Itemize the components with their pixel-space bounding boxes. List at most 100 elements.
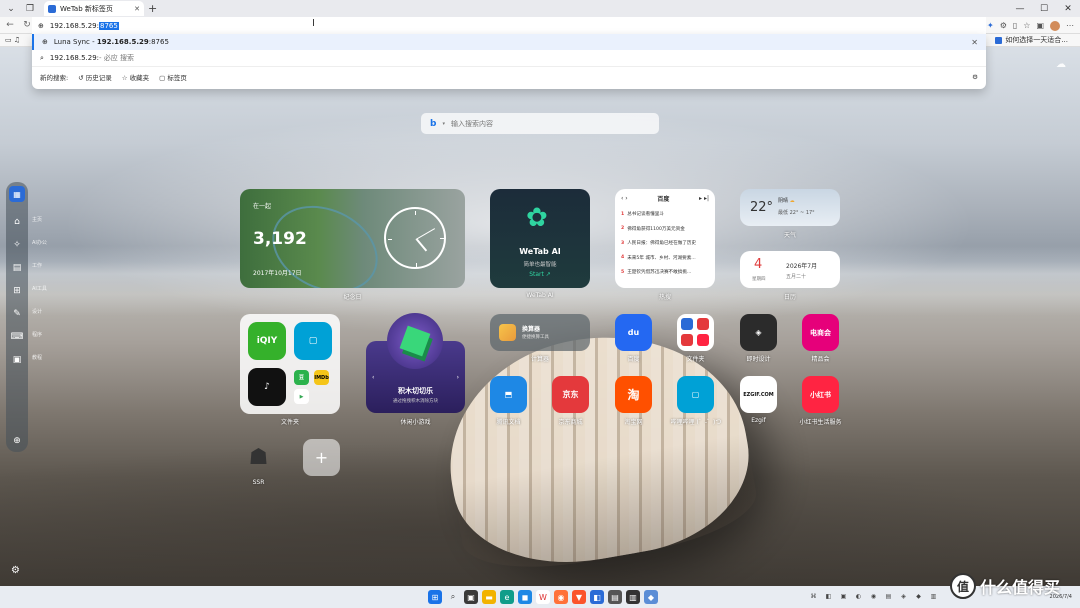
firefox-icon[interactable]: ◉ bbox=[554, 590, 568, 604]
collections-icon[interactable]: ▣ bbox=[1036, 21, 1044, 30]
baidu-app-icon[interactable]: du bbox=[615, 314, 652, 351]
tab-wetab[interactable]: WeTab 新标签页 ✕ bbox=[44, 1, 144, 16]
sidebar-item-work[interactable]: ▤ 工作 bbox=[6, 256, 42, 279]
wetab-logo-icon[interactable]: ▦ bbox=[9, 186, 25, 202]
list-item[interactable]: 4 未来5年 城市、乡村、河湖要素... bbox=[621, 251, 709, 266]
favorites-icon[interactable]: ☆ bbox=[1023, 21, 1030, 30]
bookmark-item[interactable]: 如何选择一天适合... bbox=[995, 35, 1068, 45]
tiktok-icon[interactable]: ♪ bbox=[248, 368, 286, 406]
new-tab-button[interactable]: + bbox=[148, 2, 157, 15]
extensions-icon[interactable]: ⚙ bbox=[1000, 21, 1007, 30]
file-explorer-icon[interactable]: ▬ bbox=[482, 590, 496, 604]
settings-gear-icon[interactable]: ⚙ bbox=[972, 73, 978, 81]
edge-icon[interactable]: e bbox=[500, 590, 514, 604]
weather-widget[interactable]: 22° 阴晴 ☁ 最低 22° ~ 17° bbox=[740, 189, 840, 226]
app-icon[interactable]: ▤ bbox=[608, 590, 622, 604]
tab-actions-icon[interactable]: ❐ bbox=[22, 2, 38, 16]
sidebar-item-ai-tools[interactable]: ⊞ AI工具 bbox=[6, 279, 47, 302]
search-input[interactable]: b ▾ 输入搜索内容 bbox=[421, 113, 659, 134]
maximize-icon[interactable]: ☐ bbox=[1032, 4, 1056, 14]
bilibili-icon[interactable]: ▢ bbox=[294, 322, 332, 360]
douban-icon[interactable]: 豆 bbox=[294, 370, 309, 385]
sidebar-item-code[interactable]: ⌨ 程序 bbox=[6, 325, 43, 348]
jishi-design-icon[interactable]: ◈ bbox=[740, 314, 777, 351]
scope-favorites[interactable]: ☆ 收藏夹 bbox=[122, 72, 149, 82]
minimize-icon[interactable]: — bbox=[1008, 4, 1032, 14]
sidebar-item-ai-office[interactable]: ✧ AI办公 bbox=[6, 233, 47, 256]
remove-suggestion-icon[interactable]: ✕ bbox=[971, 38, 978, 47]
hot-search-widget[interactable]: ‹ › 百度 ▸ ▸| 1 总书记谈看懂里斗 2 佛得角获得1100万美元资金 3人… bbox=[615, 189, 715, 288]
add-app-button[interactable]: + bbox=[303, 439, 340, 476]
terminal-icon[interactable]: ▥ bbox=[626, 590, 640, 604]
list-item[interactable]: 5 王楚钦凭借苏迅决赛不敢搞挑... bbox=[621, 265, 709, 280]
url-input[interactable]: ⊕ 192.168.5.29:8765 bbox=[32, 17, 986, 34]
list-item[interactable]: 3 人民日报：佛得角已经在做了历史 bbox=[621, 236, 709, 251]
sidebar-item-tutorial[interactable]: ▣ 教程 bbox=[6, 348, 42, 371]
sidebar-item-home[interactable]: ⌂ 主页 bbox=[6, 210, 42, 233]
task-view-icon[interactable]: ▣ bbox=[464, 590, 478, 604]
close-window-icon[interactable]: ✕ bbox=[1056, 4, 1080, 14]
more-icon[interactable]: ⋯ bbox=[1066, 21, 1074, 30]
scope-history[interactable]: ↺ 历史记录 bbox=[78, 72, 112, 82]
back-icon[interactable]: ← bbox=[3, 20, 17, 30]
settings-icon[interactable]: ⚙ bbox=[11, 565, 20, 576]
game-prev-icon[interactable]: ‹ bbox=[372, 374, 374, 381]
app-icon[interactable]: ◆ bbox=[644, 590, 658, 604]
tray-app-icon[interactable]: ⌘ bbox=[808, 591, 819, 602]
wetab-menu-icon[interactable]: ☁ bbox=[1056, 59, 1066, 70]
folder-app-icon[interactable] bbox=[677, 314, 714, 351]
windows-start-icon[interactable]: ⊞ bbox=[428, 590, 442, 604]
list-item[interactable]: 2 佛得角获得1100万美元资金 bbox=[621, 222, 709, 237]
prev-icon[interactable]: ‹ › bbox=[621, 195, 628, 202]
wetab-ai-widget[interactable]: ✿ WeTab AI 简单也最智能 Start ↗ bbox=[490, 189, 590, 288]
bilibili-app-icon[interactable]: ▢ bbox=[677, 376, 714, 413]
ai-start-link[interactable]: Start ↗ bbox=[490, 271, 590, 278]
google-play-icon[interactable]: ▶ bbox=[294, 389, 309, 404]
game-title: 积木切切乐 bbox=[398, 387, 433, 395]
ezgif-app-icon[interactable]: EZGIF.COM bbox=[740, 376, 777, 413]
iqiyi-icon[interactable]: iQIY bbox=[248, 322, 286, 360]
profile-avatar[interactable] bbox=[1050, 20, 1060, 31]
game-next-icon[interactable]: › bbox=[457, 374, 459, 381]
tray-app-icon[interactable]: ▤ bbox=[883, 591, 894, 602]
tray-app-icon[interactable]: ▥ bbox=[928, 591, 939, 602]
xiaohongshu-app-icon[interactable]: 小红书 bbox=[802, 376, 839, 413]
tray-app-icon[interactable]: ◉ bbox=[868, 591, 879, 602]
ssr-cat-icon[interactable]: ☗ bbox=[240, 439, 277, 476]
tray-app-icon[interactable]: ◧ bbox=[823, 591, 834, 602]
folder-widget[interactable]: iQIY ▢ ♪ 豆 IMDb ▶ bbox=[240, 314, 340, 414]
suggestion-luna-sync[interactable]: ⊕ Luna Sync - 192.168.5.29:8765 ✕ bbox=[32, 34, 986, 50]
tab-close-icon[interactable]: ✕ bbox=[134, 5, 140, 13]
bing-icon[interactable]: b bbox=[430, 119, 436, 129]
jingpinhui-app-icon[interactable]: 电商会 bbox=[802, 314, 839, 351]
tray-app-icon[interactable]: ◆ bbox=[913, 591, 924, 602]
tray-app-icon[interactable]: ▣ bbox=[838, 591, 849, 602]
tencent-docs-icon[interactable]: ⬒ bbox=[490, 376, 527, 413]
wps-icon[interactable]: W bbox=[536, 590, 550, 604]
jd-app-icon[interactable]: 京东 bbox=[552, 376, 589, 413]
calendar-widget[interactable]: 4 星期四 2026年7月 五月二十 bbox=[740, 251, 840, 288]
tab-menu-icon[interactable]: ⌄ bbox=[3, 2, 19, 16]
taobao-app-icon[interactable]: 淘 bbox=[615, 376, 652, 413]
imdb-icon[interactable]: IMDb bbox=[314, 370, 329, 385]
cube-game-icon[interactable] bbox=[387, 313, 443, 369]
scope-tabs[interactable]: ▢ 标签页 bbox=[159, 72, 187, 82]
search-engine-chevron-icon[interactable]: ▾ bbox=[442, 121, 445, 127]
split-icon[interactable]: ▯ bbox=[1013, 21, 1017, 30]
tray-app-icon[interactable]: ◈ bbox=[898, 591, 909, 602]
tab-bar: ⌄ ❐ WeTab 新标签页 ✕ + — ☐ ✕ bbox=[0, 0, 1080, 17]
search-icon[interactable]: ⌕ bbox=[446, 590, 460, 604]
copilot-icon[interactable]: ✦ bbox=[987, 21, 994, 30]
sidebar-add-icon[interactable]: ⊕ bbox=[13, 436, 21, 446]
sidebar-item-design[interactable]: ✎ 设计 bbox=[6, 302, 42, 325]
next-icon[interactable]: ▸ ▸| bbox=[699, 195, 709, 202]
store-icon[interactable]: ◼ bbox=[518, 590, 532, 604]
converter-widget[interactable]: 换算器 便捷换算工具 bbox=[490, 314, 590, 351]
bookmark-folder-icon[interactable]: ▭ ♫ bbox=[5, 36, 20, 44]
list-item[interactable]: 1 总书记谈看懂里斗 bbox=[621, 207, 709, 222]
brave-icon[interactable]: ▼ bbox=[572, 590, 586, 604]
suggestion-bing-search[interactable]: ⌕ 192.168.5.29: - 必应 搜索 bbox=[32, 50, 986, 66]
tray-app-icon[interactable]: ◐ bbox=[853, 591, 864, 602]
app-icon[interactable]: ◧ bbox=[590, 590, 604, 604]
search-suffix: - 必应 搜索 bbox=[99, 54, 135, 62]
